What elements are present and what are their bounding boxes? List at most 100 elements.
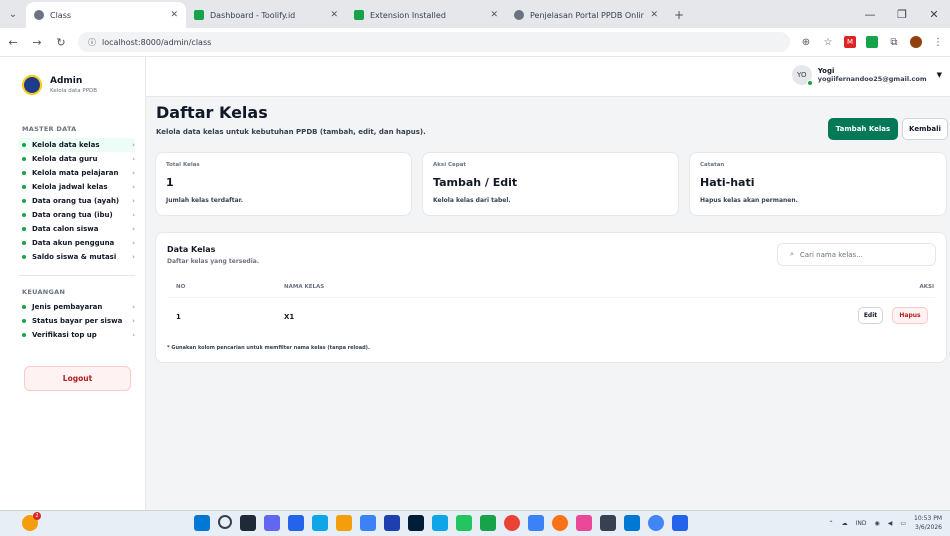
- vscode-alt-icon[interactable]: [528, 515, 544, 531]
- toolify-icon: [194, 10, 204, 20]
- back-arrow-icon[interactable]: ←: [6, 36, 20, 49]
- battery-icon[interactable]: ▭: [900, 520, 906, 527]
- user-menu[interactable]: YO Yogi yogiifernandoo25@gmail.com ▼: [791, 65, 942, 86]
- bullet-icon: [22, 227, 26, 231]
- school-logo-icon: [22, 75, 42, 95]
- edge-icon[interactable]: [288, 515, 304, 531]
- chrome-active-icon[interactable]: [648, 515, 664, 531]
- sidebar-item-data-calon-siswa[interactable]: Data calon siswa ›: [18, 222, 135, 236]
- sidebar-item-label: Data calon siswa: [32, 225, 99, 233]
- card-value: 1: [166, 176, 174, 189]
- chrome-icon[interactable]: [504, 515, 520, 531]
- stat-card-quick-action: Aksi Cepat Tambah / Edit Kelola kelas da…: [422, 152, 679, 216]
- url-field[interactable]: ⓘ localhost:8000/admin/class: [78, 32, 790, 52]
- chevron-right-icon: ›: [132, 211, 135, 219]
- app-icon[interactable]: [456, 515, 472, 531]
- online-status-icon: [806, 80, 813, 86]
- infinity-app-icon[interactable]: [432, 515, 448, 531]
- task-view-icon[interactable]: [240, 515, 256, 531]
- sidebar-item-saldo-siswa-mutasi[interactable]: Saldo siswa & mutasi ›: [18, 250, 135, 264]
- tab-search-icon[interactable]: ⌄: [0, 0, 26, 28]
- logout-button[interactable]: Logout: [24, 366, 131, 391]
- stat-card-total: Total Kelas 1 Jumlah kelas terdaftar.: [155, 152, 412, 216]
- photos-icon[interactable]: [384, 515, 400, 531]
- sidebar-item-label: Status bayar per siswa: [32, 317, 123, 325]
- bookmark-star-icon[interactable]: ☆: [822, 36, 834, 48]
- chevron-right-icon: ›: [132, 183, 135, 191]
- bullet-icon: [22, 213, 26, 217]
- reload-icon[interactable]: ↻: [54, 36, 68, 49]
- browser-tab[interactable]: Penjelasan Portal PPDB Online ✕: [506, 2, 666, 28]
- forward-arrow-icon[interactable]: →: [30, 36, 44, 49]
- table-divider: [167, 297, 935, 298]
- wifi-icon[interactable]: ◉: [874, 520, 879, 527]
- card-label: Total Kelas: [166, 162, 200, 168]
- address-bar: ← → ↻ ⓘ localhost:8000/admin/class ⊕ ☆ M…: [0, 28, 950, 57]
- delete-button[interactable]: Hapus: [892, 307, 928, 324]
- sidebar-item-kelola-jadwal-kelas[interactable]: Kelola jadwal kelas ›: [18, 180, 135, 194]
- browser-menu-icon[interactable]: ⋮: [932, 36, 944, 48]
- add-class-button[interactable]: Tambah Kelas: [828, 118, 898, 140]
- site-info-icon[interactable]: ⓘ: [88, 37, 96, 48]
- search-icon[interactable]: [218, 515, 232, 529]
- copilot-icon[interactable]: [312, 515, 328, 531]
- file-explorer-icon[interactable]: [336, 515, 352, 531]
- chevron-up-icon[interactable]: ⌃: [829, 520, 834, 527]
- extensions-puzzle-icon[interactable]: ⧉: [888, 36, 900, 48]
- search-box: ⌕: [777, 243, 936, 266]
- close-icon[interactable]: ✕: [170, 10, 178, 20]
- xbox-icon[interactable]: [480, 515, 496, 531]
- close-window-icon[interactable]: ✕: [918, 0, 950, 28]
- close-icon[interactable]: ✕: [490, 10, 498, 20]
- store-icon[interactable]: [360, 515, 376, 531]
- card-note: Kelola kelas dari tabel.: [433, 197, 511, 204]
- weather-icon[interactable]: 2: [22, 512, 41, 531]
- clock[interactable]: 10:53 PM 3/6/2026: [914, 514, 942, 532]
- close-icon[interactable]: ✕: [650, 10, 658, 20]
- bullet-icon: [22, 157, 26, 161]
- chevron-right-icon: ›: [132, 317, 135, 325]
- terminal-icon[interactable]: [600, 515, 616, 531]
- user-email: yogiifernandoo25@gmail.com: [817, 75, 927, 83]
- vscode-icon[interactable]: [624, 515, 640, 531]
- windows-start-icon[interactable]: [194, 515, 210, 531]
- extension-app-icon[interactable]: [866, 36, 878, 48]
- profile-avatar-icon[interactable]: [910, 36, 922, 48]
- page-title: Daftar Kelas: [156, 103, 268, 122]
- browser-tab[interactable]: Dashboard - Toolify.id ✕: [186, 2, 346, 28]
- window-controls: — ❐ ✕: [854, 0, 950, 28]
- photoshop-icon[interactable]: [408, 515, 424, 531]
- browser-tab[interactable]: Class ✕: [26, 2, 186, 28]
- zoom-icon[interactable]: ⊕: [800, 36, 812, 48]
- new-tab-button[interactable]: +: [666, 2, 692, 28]
- back-button[interactable]: Kembali: [902, 118, 948, 140]
- firefox-icon[interactable]: [552, 515, 568, 531]
- taskbar: 2 ⌃ ☁ IND ◉ ◀ ▭ 10:53 PM 3/6/2026: [0, 510, 950, 536]
- restore-icon[interactable]: ❐: [886, 0, 918, 28]
- sidebar-item-jenis-pembayaran[interactable]: Jenis pembayaran ›: [18, 300, 135, 314]
- sidebar-item-kelola-mata-pelajaran[interactable]: Kelola mata pelajaran ›: [18, 166, 135, 180]
- language-indicator[interactable]: IND: [856, 520, 867, 527]
- search-input[interactable]: [799, 250, 920, 259]
- bullet-icon: [22, 199, 26, 203]
- word-icon[interactable]: [672, 515, 688, 531]
- cloud-icon[interactable]: ☁: [842, 520, 848, 527]
- sidebar-item-data-orang-tua-ayah[interactable]: Data orang tua (ayah) ›: [18, 194, 135, 208]
- teams-icon[interactable]: [264, 515, 280, 531]
- sidebar-item-verifikasi-top-up[interactable]: Verifikasi top up ›: [18, 328, 135, 342]
- browser-tab[interactable]: Extension Installed ✕: [346, 2, 506, 28]
- minimize-icon[interactable]: —: [854, 0, 886, 28]
- sidebar-item-kelola-data-guru[interactable]: Kelola data guru ›: [18, 152, 135, 166]
- sidebar-item-status-bayar-per-siswa[interactable]: Status bayar per siswa ›: [18, 314, 135, 328]
- browser-tab-strip: ⌄ Class ✕ Dashboard - Toolify.id ✕ Exten…: [0, 0, 950, 28]
- sidebar-item-data-akun-pengguna[interactable]: Data akun pengguna ›: [18, 236, 135, 250]
- sidebar-item-label: Data orang tua (ibu): [32, 211, 113, 219]
- sidebar-item-data-orang-tua-ibu[interactable]: Data orang tua (ibu) ›: [18, 208, 135, 222]
- sidebar-item-kelola-data-kelas[interactable]: Kelola data kelas ›: [18, 138, 135, 152]
- top-bar: YO Yogi yogiifernandoo25@gmail.com ▼: [146, 57, 950, 97]
- close-icon[interactable]: ✕: [330, 10, 338, 20]
- gmail-extension-icon[interactable]: M: [844, 36, 856, 48]
- edit-button[interactable]: Edit: [858, 307, 883, 324]
- volume-icon[interactable]: ◀: [888, 520, 893, 527]
- app-icon[interactable]: [576, 515, 592, 531]
